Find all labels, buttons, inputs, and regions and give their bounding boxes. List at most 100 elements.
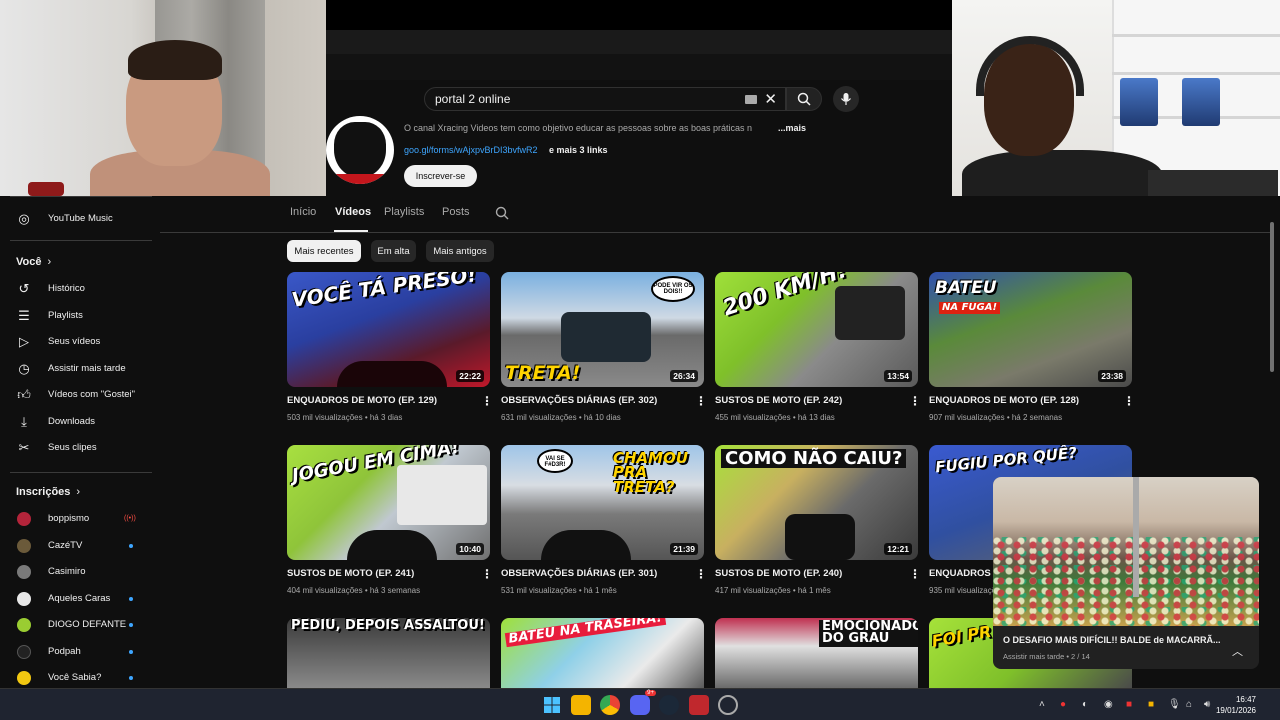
system-clock[interactable]: 16:47 19/01/2026 bbox=[1216, 694, 1256, 716]
keyboard-icon[interactable] bbox=[745, 95, 757, 104]
screen: portal 2 online ✕ O canal Xracing Videos… bbox=[0, 0, 1280, 720]
search-button[interactable] bbox=[786, 87, 822, 111]
video-title[interactable]: SUSTOS DE MOTO (EP. 241) bbox=[287, 568, 414, 579]
obs-icon[interactable] bbox=[718, 695, 738, 715]
file-explorer-icon[interactable] bbox=[571, 695, 591, 715]
miniplayer[interactable]: O DESAFIO MAIS DIFÍCIL!! BALDE de MACARR… bbox=[993, 477, 1259, 669]
sidebar-item-liked-videos[interactable]: 👍︎ Vídeos com "Gostei" bbox=[0, 382, 158, 408]
discord-icon[interactable]: 9+ bbox=[630, 690, 656, 715]
more-vert-icon[interactable]: ⋮ bbox=[481, 567, 493, 581]
sidebar-item-label: Assistir mais tarde bbox=[48, 363, 126, 374]
video-title[interactable]: SUSTOS DE MOTO (EP. 240) bbox=[715, 568, 842, 579]
video-thumbnail[interactable]: BATEU NA FUGA! 23:38 bbox=[929, 272, 1132, 387]
tray-app-icon[interactable]: ● bbox=[1060, 699, 1066, 710]
tray-app-icon[interactable]: ◐ bbox=[1082, 699, 1088, 710]
sidebar-item-your-videos[interactable]: ▷ Seus vídeos bbox=[0, 329, 158, 355]
more-vert-icon[interactable]: ⋮ bbox=[695, 567, 707, 581]
sidebar-heading-you[interactable]: Você › bbox=[16, 256, 51, 268]
tab-playlists[interactable]: Playlists bbox=[384, 206, 424, 218]
video-meta: 631 mil visualizações • há 10 dias bbox=[501, 413, 621, 422]
playlists-icon: ☰ bbox=[18, 308, 30, 323]
youtube-music-icon: ◎ bbox=[18, 211, 30, 226]
video-title[interactable]: OBSERVAÇÕES DIÁRIAS (EP. 301) bbox=[501, 568, 657, 579]
sidebar-subscription[interactable]: CazéTV bbox=[0, 533, 158, 559]
video-thumbnail[interactable]: PODE VIR OS DOIS!! TRETA! 26:34 bbox=[501, 272, 704, 387]
sidebar-subscription[interactable]: Podpah bbox=[0, 639, 158, 665]
steam-tray-icon[interactable]: ◉ bbox=[1104, 699, 1113, 710]
sidebar-item-playlists[interactable]: ☰ Playlists bbox=[0, 303, 158, 329]
sidebar-item-watch-later[interactable]: ◷ Assistir mais tarde bbox=[0, 356, 158, 382]
chip-oldest[interactable]: Mais antigos bbox=[426, 240, 494, 262]
video-thumbnail[interactable]: VAI SE F#D3R! CHAMOU PRA TRETA? 21:39 bbox=[501, 445, 704, 560]
sidebar-item-youtube-music[interactable]: ◎ YouTube Music bbox=[0, 206, 158, 232]
video-thumbnail[interactable]: EMOCIONADO DO GRAU bbox=[715, 618, 918, 688]
miniplayer-title[interactable]: O DESAFIO MAIS DIFÍCIL!! BALDE de MACARR… bbox=[1003, 635, 1221, 645]
more-vert-icon[interactable]: ⋮ bbox=[909, 567, 921, 581]
sidebar-subscription[interactable]: Aqueles Caras bbox=[0, 586, 158, 612]
sidebar-item-your-clips[interactable]: ✂ Seus clipes bbox=[0, 435, 158, 461]
channel-avatar[interactable] bbox=[326, 116, 394, 184]
video-title[interactable]: OBSERVAÇÕES DIÁRIAS (EP. 302) bbox=[501, 395, 657, 406]
page-scrollbar[interactable] bbox=[1270, 222, 1274, 372]
video-thumbnail[interactable]: 200 KM/H! 13:54 bbox=[715, 272, 918, 387]
thumbnail-overlay-text: BATEU NA TRASEIRA! bbox=[504, 618, 667, 648]
chevron-right-icon: › bbox=[76, 486, 81, 498]
chip-most-recent[interactable]: Mais recentes bbox=[287, 240, 361, 262]
tab-posts[interactable]: Posts bbox=[442, 206, 470, 218]
tray-app-icon[interactable]: ■ bbox=[1126, 699, 1132, 710]
chevron-up-icon[interactable]: ˄ bbox=[1039, 699, 1045, 710]
tray-app-icon[interactable]: ■ bbox=[1148, 699, 1154, 710]
steam-icon[interactable] bbox=[659, 695, 679, 715]
channel-search-icon[interactable] bbox=[495, 206, 509, 220]
subscribe-button[interactable]: Inscrever-se bbox=[404, 165, 477, 187]
microphone-icon[interactable]: 🎙︎ bbox=[1168, 699, 1181, 710]
chevron-right-icon: › bbox=[47, 256, 52, 268]
video-thumbnail[interactable]: COMO NÃO CAIU? 12:21 bbox=[715, 445, 918, 560]
tabs-divider bbox=[160, 232, 1270, 233]
clear-search-icon[interactable]: ✕ bbox=[764, 90, 777, 108]
channel-link[interactable]: goo.gl/forms/wAjxpvBrDI3bvfwR2 bbox=[404, 145, 538, 155]
sidebar-subscription[interactable]: boppismo ((•)) bbox=[0, 506, 158, 532]
sidebar-item-history[interactable]: ↺ Histórico bbox=[0, 276, 158, 302]
more-vert-icon[interactable]: ⋮ bbox=[1123, 394, 1135, 408]
sidebar-subscription[interactable]: Casimiro bbox=[0, 559, 158, 585]
video-title[interactable]: ENQUADROS DE MOTO (EP. 128) bbox=[929, 395, 1079, 406]
thumbnail-overlay-text: TRETA! bbox=[505, 362, 581, 384]
sidebar-divider bbox=[10, 196, 152, 197]
search-input[interactable]: portal 2 online ✕ bbox=[424, 87, 786, 111]
more-vert-icon[interactable]: ⋮ bbox=[481, 394, 493, 408]
active-tab-indicator bbox=[334, 230, 368, 232]
video-thumbnail[interactable]: PEDIU, DEPOIS ASSALTOU! bbox=[287, 618, 490, 688]
channel-description-more[interactable]: ...mais bbox=[778, 123, 806, 133]
thumbnail-overlay-text: COMO NÃO CAIU? bbox=[721, 449, 907, 469]
sidebar-item-downloads[interactable]: ⤓ Downloads bbox=[0, 409, 158, 435]
sidebar-subscription[interactable]: DIOGO DEFANTE bbox=[0, 612, 158, 638]
video-thumbnail[interactable]: BATEU NA TRASEIRA! bbox=[501, 618, 704, 688]
tab-videos[interactable]: Vídeos bbox=[335, 206, 371, 218]
thumbnail-overlay-text: FUGIU POR QUÊ? bbox=[934, 445, 1078, 477]
tab-home[interactable]: Início bbox=[290, 206, 316, 218]
chip-popular[interactable]: Em alta bbox=[371, 240, 416, 262]
more-vert-icon[interactable]: ⋮ bbox=[695, 394, 707, 408]
video-duration: 23:38 bbox=[1098, 370, 1126, 382]
video-thumbnail[interactable]: VOCÊ TÁ PRESO! 22:22 bbox=[287, 272, 490, 387]
app-icon[interactable] bbox=[689, 695, 709, 715]
more-vert-icon[interactable]: ⋮ bbox=[909, 394, 921, 408]
windows-start-icon[interactable] bbox=[542, 695, 562, 715]
chrome-icon[interactable] bbox=[600, 695, 620, 715]
network-icon[interactable]: ⌂ bbox=[1186, 699, 1192, 710]
video-thumbnail[interactable]: JOGOU EM CIMA! 10:40 bbox=[287, 445, 490, 560]
volume-icon[interactable]: 🔊︎ bbox=[1204, 699, 1210, 710]
channel-description[interactable]: O canal Xracing Videos tem como objetivo… bbox=[404, 123, 752, 133]
voice-search-button[interactable] bbox=[833, 86, 859, 112]
video-views: 455 mil visualizações bbox=[715, 413, 791, 422]
chevron-up-icon[interactable]: ︿ bbox=[1232, 643, 1243, 659]
video-age: há 1 mês bbox=[583, 586, 617, 595]
sidebar-item-label: Playlists bbox=[48, 310, 83, 321]
video-title[interactable]: SUSTOS DE MOTO (EP. 242) bbox=[715, 395, 842, 406]
channel-links-more[interactable]: e mais 3 links bbox=[549, 145, 608, 155]
thumbnail-overlay-text: CHAMOU PRA TRETA? bbox=[613, 449, 689, 496]
thumbnail-overlay-text: 200 KM/H! bbox=[720, 272, 851, 322]
video-title[interactable]: ENQUADROS DE MOTO (EP. 129) bbox=[287, 395, 437, 406]
sidebar-heading-subscriptions[interactable]: Inscrições › bbox=[16, 486, 80, 498]
